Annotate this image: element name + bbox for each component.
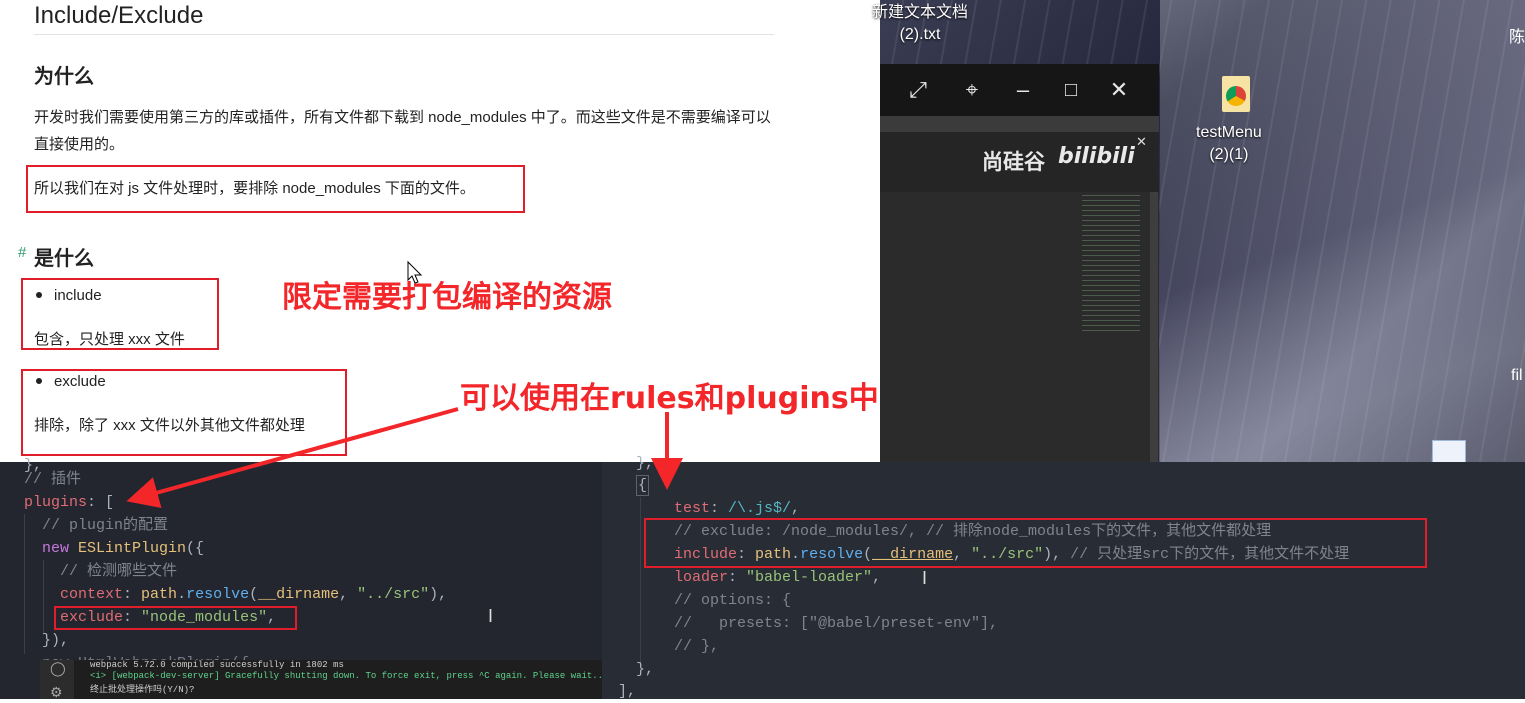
mouse-pointer-icon xyxy=(407,260,423,284)
arrow-to-plugins xyxy=(126,407,459,509)
annotation-arrows xyxy=(126,260,683,509)
